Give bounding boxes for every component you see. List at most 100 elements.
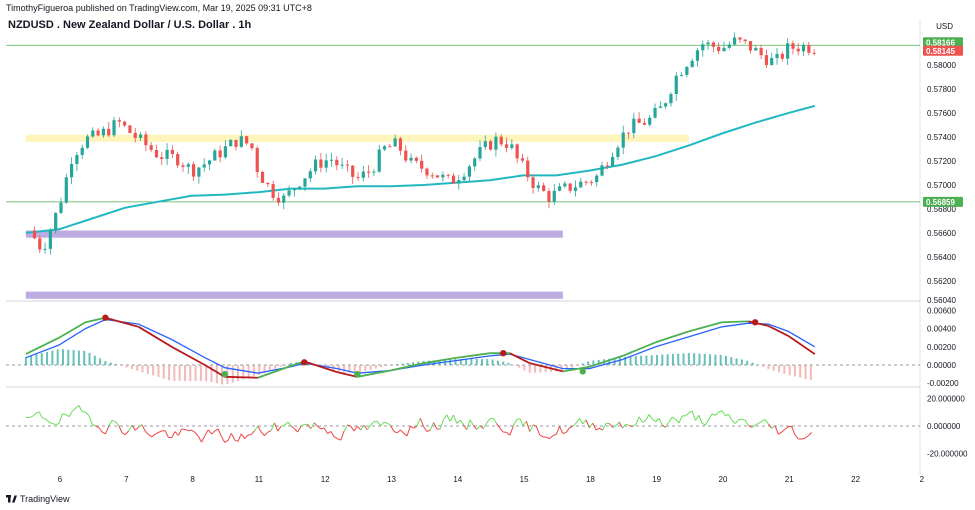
candle-body (234, 139, 238, 147)
osc-tick-label: 0.000000 (927, 422, 961, 431)
osc-line-segment (88, 415, 93, 425)
candle-body (239, 136, 243, 147)
osc-line-segment (347, 424, 351, 427)
osc-line-segment (764, 419, 769, 425)
candle-body (54, 212, 58, 231)
osc-line-segment (439, 419, 445, 430)
osc-line-segment (171, 431, 176, 438)
osc-line-segment (58, 413, 63, 424)
macd-histogram-bar (799, 365, 802, 378)
candle-body (96, 130, 100, 136)
brand-label: TradingView (20, 494, 70, 504)
macd-histogram-bar (496, 360, 499, 365)
candle-body (695, 50, 700, 61)
candle-body (398, 138, 403, 151)
chart-canvas: 0.58000 0.57800 0.57600 0.57400 0.57200 0.570… (6, 20, 968, 484)
osc-line-segment (307, 424, 312, 430)
osc-line-segment (237, 433, 242, 442)
osc-line-segment (721, 410, 726, 416)
osc-line-segment (204, 429, 209, 437)
osc-line-segment (164, 430, 169, 438)
candle-body (621, 132, 625, 148)
x-tick-label: 18 (586, 475, 595, 484)
candle-body (690, 60, 694, 67)
macd-histogram-bar (374, 365, 377, 369)
candle-body (711, 42, 715, 47)
macd-histogram-bar (793, 365, 796, 377)
osc-line-segment (65, 413, 70, 418)
osc-line-segment (230, 433, 236, 441)
macd-histogram-bar (809, 365, 812, 381)
macd-tick-label: -0.00200 (927, 379, 959, 388)
candle-body (770, 58, 774, 66)
candle-body (420, 160, 424, 169)
candle-body (446, 174, 450, 176)
osc-line-segment (234, 439, 239, 442)
candle-body (775, 53, 779, 59)
candle-body (425, 168, 429, 176)
candle-body (504, 144, 509, 148)
macd-histogram-bar (40, 353, 43, 365)
candle-body (685, 66, 689, 75)
candle-body (717, 46, 721, 52)
candle-body (632, 118, 636, 134)
candle-body (605, 165, 609, 167)
candle-body (579, 181, 583, 188)
candle-body (43, 248, 47, 250)
macd-histogram-bar (120, 365, 123, 366)
macd-histogram-bar (83, 350, 86, 365)
macd-histogram-bar (804, 365, 807, 379)
osc-line-segment (370, 421, 375, 426)
candle-body (637, 118, 641, 123)
macd-histogram-bar (629, 356, 632, 365)
osc-line-segment (658, 418, 663, 426)
candle-body (245, 136, 249, 144)
osc-line-segment (575, 417, 580, 424)
candle-body (112, 120, 116, 136)
macd-histogram-bar (640, 355, 643, 365)
candle-body (128, 125, 132, 133)
candle-body (388, 146, 392, 148)
macd-histogram-bar (523, 365, 526, 371)
osc-line-segment (32, 413, 37, 417)
candle-body (276, 197, 281, 203)
macd-histogram-bar (359, 365, 362, 373)
candle-body (176, 153, 180, 166)
price-tag-label: 0.56859 (926, 198, 955, 207)
osc-line-segment (738, 418, 742, 421)
macd-histogram-bar (364, 365, 367, 372)
osc-line-segment (191, 429, 196, 433)
macd-histogram-bar (406, 362, 409, 365)
macd-histogram-bar (146, 365, 149, 374)
osc-line-segment (101, 431, 106, 435)
osc-line-segment (728, 414, 733, 421)
candle-body (732, 37, 737, 45)
candle-body (796, 48, 800, 52)
candle-body (64, 177, 68, 203)
candle-body (738, 37, 742, 40)
osc-line-segment (400, 429, 405, 434)
osc-line-segment (645, 414, 650, 421)
price-tick-label: 0.58000 (927, 61, 956, 70)
osc-line-segment (75, 405, 80, 409)
osc-line-segment (546, 436, 550, 440)
candle-body (807, 44, 811, 53)
macd-histogram-bar (199, 365, 202, 381)
macd-histogram-bar (576, 365, 579, 366)
macd-histogram-bar (677, 353, 680, 365)
macd-histogram-bar (385, 365, 388, 366)
osc-line-segment (668, 416, 673, 423)
candle-body (743, 39, 747, 42)
osc-line-segment (615, 421, 620, 426)
osc-line-segment (410, 425, 414, 429)
candle-body (658, 106, 662, 108)
candle-body (563, 183, 567, 187)
macd-histogram-bar (762, 365, 765, 367)
candle-body (308, 171, 312, 179)
osc-line-segment (708, 413, 713, 420)
macd-histogram-bar (618, 357, 621, 365)
osc-line-segment (386, 422, 391, 426)
candle-body (91, 130, 95, 137)
price-tick-label: 0.57600 (927, 109, 956, 118)
macd-histogram-bar (205, 365, 208, 382)
